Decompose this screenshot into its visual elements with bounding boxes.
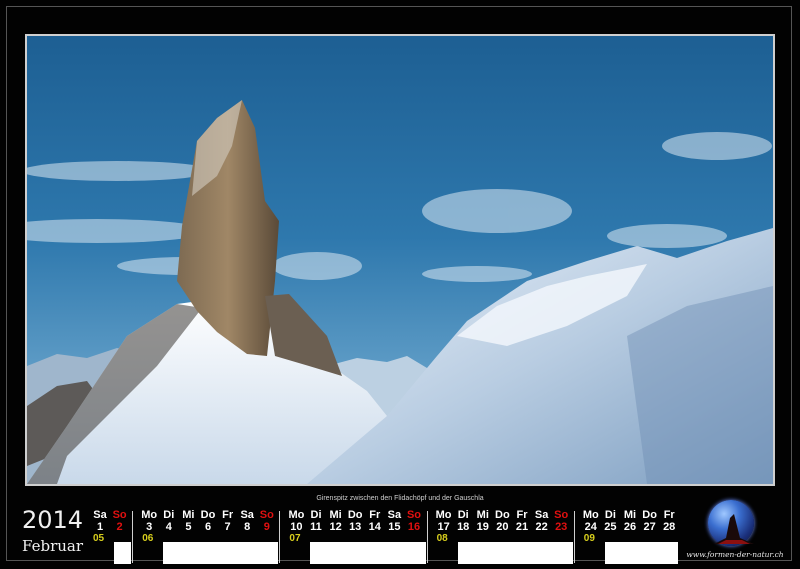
- weekday-label: Sa: [93, 509, 107, 521]
- weekday-label: Do: [642, 509, 657, 521]
- day-number: 6: [204, 521, 212, 533]
- day-number: 14: [368, 521, 381, 533]
- weekday-label: Do: [347, 509, 363, 521]
- photo-illustration: [27, 100, 773, 484]
- week-separator: [426, 511, 428, 563]
- week-separator: [279, 511, 281, 563]
- day-number: 17: [437, 521, 450, 533]
- weekday-label: Mo: [288, 509, 305, 521]
- weekday-label: Sa: [240, 509, 254, 521]
- photo-caption: Girenspitz zwischen den Flidachöpf und d…: [316, 495, 484, 502]
- weekday-label: Fr: [222, 509, 234, 521]
- weekday-label: Mi: [329, 509, 342, 521]
- weekday-label: Sa: [534, 509, 549, 521]
- week-notes-band: [310, 542, 426, 564]
- day-number: 2: [116, 521, 123, 533]
- day-number: 25: [604, 521, 617, 533]
- week-notes-band: [163, 542, 279, 564]
- weekday-label: Fr: [369, 509, 381, 521]
- week-number: 08: [436, 533, 448, 544]
- day-number: 19: [476, 521, 489, 533]
- brand-logo: www.formen-der-natur.ch: [682, 496, 786, 560]
- day-number: 18: [457, 521, 470, 533]
- week-notes-band: [114, 542, 132, 564]
- day-number: 27: [643, 521, 656, 533]
- day-number: 10: [290, 521, 303, 533]
- weekday-label: Di: [163, 509, 175, 521]
- week-number: 09: [583, 533, 595, 544]
- weekday-label: Mo: [582, 509, 599, 521]
- weekday-label: Mo: [141, 509, 158, 521]
- day-number: 22: [535, 521, 548, 533]
- weekday-label: Mi: [623, 509, 637, 521]
- day-number: 21: [515, 521, 529, 533]
- day-number: 11: [310, 521, 322, 533]
- weekday-label: So: [406, 509, 422, 521]
- day-number: 28: [663, 521, 676, 533]
- week-separator: [132, 511, 134, 563]
- week-notes-band: [457, 542, 573, 564]
- day-number: 24: [584, 521, 597, 533]
- calendar-year: 2014: [22, 506, 84, 534]
- day-number: 26: [623, 521, 637, 533]
- week-number: 07: [289, 533, 301, 544]
- day-number: 15: [388, 521, 401, 533]
- day-number: 16: [407, 521, 421, 533]
- day-number: 4: [165, 521, 172, 533]
- day-number: 9: [263, 521, 270, 533]
- day-number: 20: [496, 521, 509, 533]
- weekday-label: Do: [495, 509, 510, 521]
- weekday-label: Fr: [516, 509, 528, 521]
- week-number: 06: [142, 533, 154, 544]
- day-number: 12: [329, 521, 342, 533]
- week-notes-band: [604, 542, 678, 564]
- day-number: 1: [96, 521, 104, 533]
- day-number: 5: [185, 521, 192, 533]
- weekday-label: Fr: [663, 509, 675, 521]
- weekday-label: So: [259, 509, 274, 521]
- weekday-label: Do: [200, 509, 216, 521]
- weekday-label: Sa: [387, 509, 402, 521]
- calendar-month: Februar: [22, 537, 84, 555]
- mountain-photo: [25, 34, 775, 486]
- day-number: 23: [555, 521, 568, 533]
- day-number: 13: [349, 521, 362, 533]
- weekday-label: Mi: [476, 509, 489, 521]
- pinnacle-logo-icon: [714, 514, 754, 544]
- weekday-label: Di: [310, 509, 322, 521]
- weekday-label: Mi: [182, 509, 195, 521]
- weekday-label: Mo: [435, 509, 452, 521]
- weekday-label: Di: [604, 509, 616, 521]
- website-url: www.formen-der-natur.ch: [686, 550, 784, 559]
- calendar-page: Girenspitz zwischen den Flidachöpf und d…: [0, 0, 800, 569]
- day-number: 7: [224, 521, 231, 533]
- day-number: 3: [146, 521, 153, 533]
- weekday-label: So: [112, 509, 127, 521]
- calendar-strip: Sa 1 So 2 Mo 3 Di 4 Mi 5 Do 6 Fr 7 Sa 8 So 9 Mo 10 Di 11 Mi 12 D…: [88, 508, 680, 564]
- weekday-label: Di: [457, 509, 469, 521]
- weekday-label: So: [554, 509, 569, 521]
- week-number: 05: [93, 533, 105, 544]
- day-number: 8: [244, 521, 251, 533]
- week-separator: [573, 511, 575, 563]
